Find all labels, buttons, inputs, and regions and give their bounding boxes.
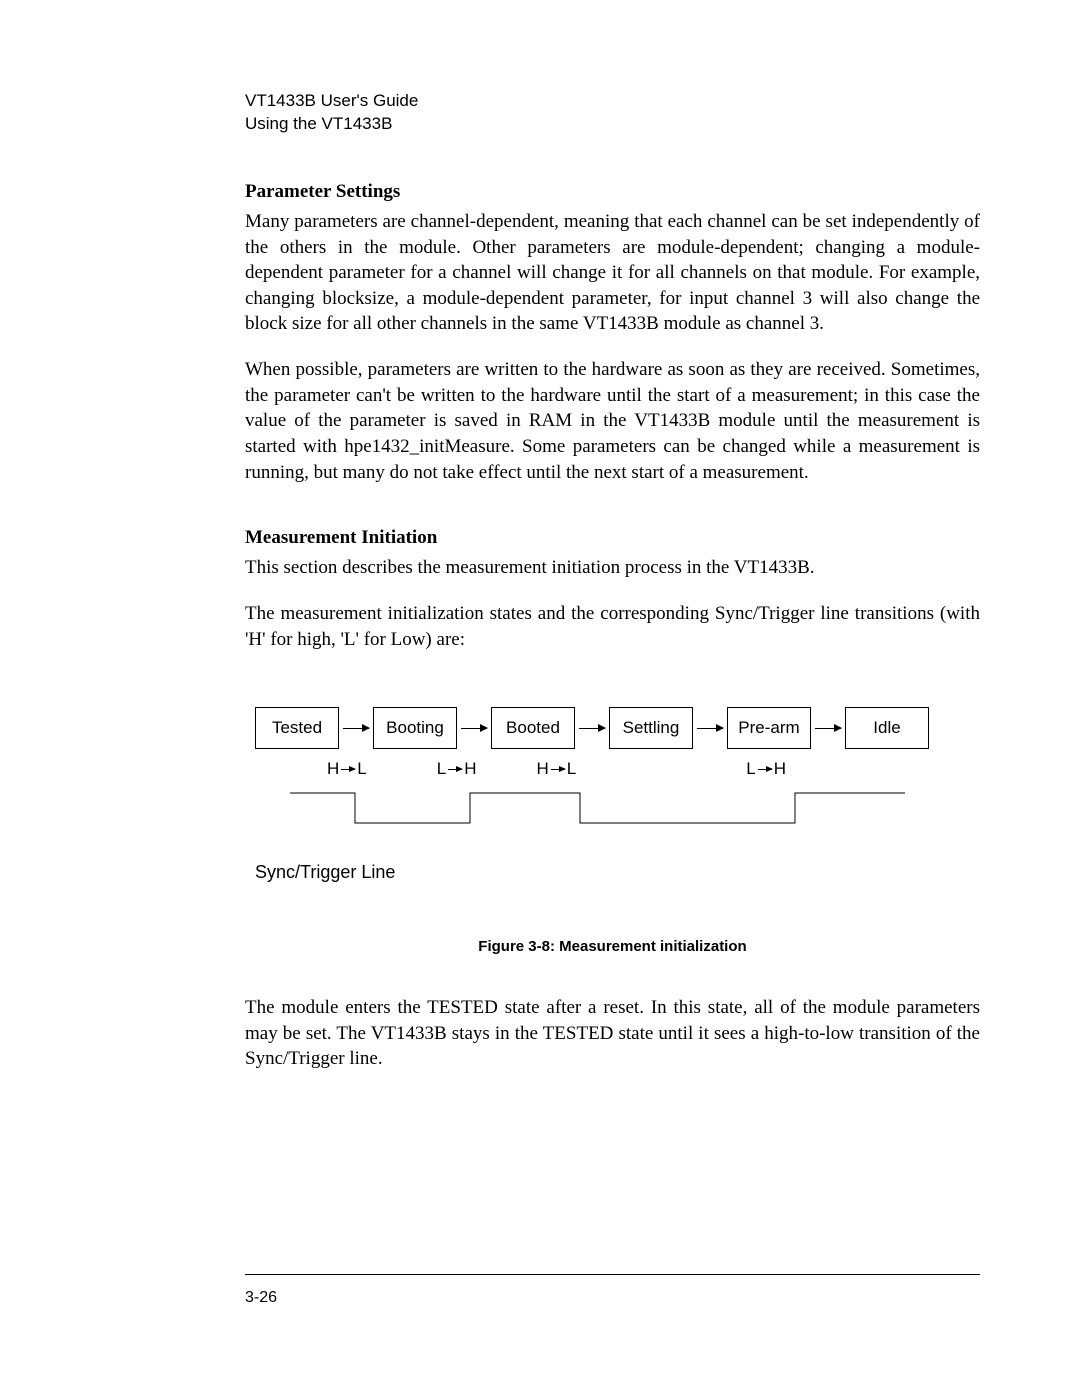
page-number: 3-26 [245, 1289, 277, 1306]
page-header: VT1433B User's Guide Using the VT1433B [245, 90, 980, 136]
transition-labels: H L L H H L L H [255, 759, 980, 779]
measurement-initiation-para-1: This section describes the measurement i… [245, 555, 980, 581]
arrow-icon [343, 728, 369, 729]
figure-caption: Figure 3-8: Measurement initialization [245, 938, 980, 955]
page: VT1433B User's Guide Using the VT1433B P… [0, 0, 1080, 1397]
transition-1-to: L [357, 759, 366, 779]
transition-4: L H [746, 759, 786, 779]
state-prearm: Pre-arm [727, 707, 811, 749]
arrow-icon [551, 769, 565, 770]
transition-2-to: H [464, 759, 476, 779]
waveform-icon [255, 783, 955, 838]
arrow-icon [815, 728, 841, 729]
post-figure-para: The module enters the TESTED state after… [245, 995, 980, 1072]
sync-trigger-waveform [255, 783, 980, 858]
parameter-settings-heading: Parameter Settings [245, 181, 980, 203]
state-booted: Booted [491, 707, 575, 749]
measurement-initiation-heading: Measurement Initiation [245, 527, 980, 549]
transition-3-from: H [537, 759, 549, 779]
arrow-icon [697, 728, 723, 729]
transition-1: H L [327, 759, 367, 779]
state-settling: Settling [609, 707, 693, 749]
arrow-icon [341, 769, 355, 770]
arrow-icon [461, 728, 487, 729]
transition-3: H L [537, 759, 577, 779]
header-line-1: VT1433B User's Guide [245, 90, 980, 113]
transition-4-from: L [746, 759, 755, 779]
header-line-2: Using the VT1433B [245, 113, 980, 136]
parameter-settings-para-2: When possible, parameters are written to… [245, 357, 980, 485]
measurement-initiation-para-2: The measurement initialization states an… [245, 601, 980, 652]
transition-2-from: L [437, 759, 446, 779]
state-idle: Idle [845, 707, 929, 749]
state-booting: Booting [373, 707, 457, 749]
transition-4-to: H [774, 759, 786, 779]
parameter-settings-para-1: Many parameters are channel-dependent, m… [245, 209, 980, 337]
state-diagram: Tested Booting Booted Settling Pre-arm I… [245, 707, 980, 883]
transition-1-from: H [327, 759, 339, 779]
transition-3-to: L [567, 759, 576, 779]
page-footer: 3-26 [245, 1274, 980, 1307]
arrow-icon [758, 769, 772, 770]
arrow-icon [448, 769, 462, 770]
transition-2: L H [437, 759, 477, 779]
state-tested: Tested [255, 707, 339, 749]
state-row: Tested Booting Booted Settling Pre-arm I… [255, 707, 980, 749]
sync-trigger-line-label: Sync/Trigger Line [255, 862, 980, 883]
arrow-icon [579, 728, 605, 729]
